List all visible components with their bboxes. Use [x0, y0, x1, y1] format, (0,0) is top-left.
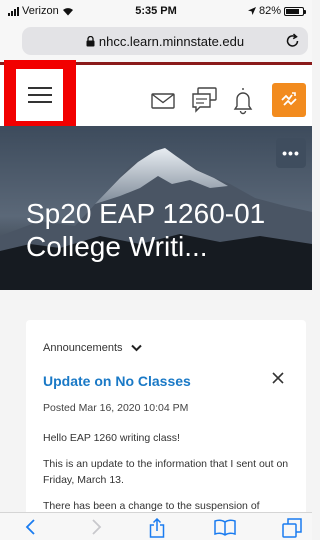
pulse-icon [281, 92, 297, 106]
chat-icon[interactable] [192, 82, 218, 116]
bookmarks-icon[interactable] [214, 518, 236, 536]
mail-icon[interactable] [151, 82, 175, 116]
reload-icon[interactable] [286, 33, 300, 48]
url-field[interactable]: nhcc.learn.minnstate.edu [22, 27, 308, 55]
status-right: 82% [247, 5, 306, 17]
forward-icon[interactable] [91, 518, 103, 536]
back-icon[interactable] [24, 518, 36, 536]
course-banner: Sp20 EAP 1260-01 College Writi... ••• [0, 126, 312, 290]
share-icon[interactable] [149, 518, 165, 538]
battery-icon [284, 6, 306, 16]
pulse-button[interactable] [272, 83, 306, 117]
status-bar: Verizon 5:35 PM 82% [0, 0, 312, 22]
announcement-paragraph: Hello EAP 1260 writing class! [43, 432, 180, 444]
announcements-title: Announcements [43, 342, 123, 354]
announcement-paragraph: This is an update to the information tha… [43, 458, 289, 486]
course-title[interactable]: Sp20 EAP 1260-01 College Writi... [26, 197, 296, 263]
url-text-wrap: nhcc.learn.minnstate.edu [22, 34, 308, 49]
lock-icon [86, 36, 95, 47]
battery-percent: 82% [258, 5, 281, 17]
announcement-title-link[interactable]: Update on No Classes [43, 373, 191, 389]
app-navbar [0, 60, 312, 138]
ellipsis-icon: ••• [282, 145, 300, 161]
more-options-button[interactable]: ••• [276, 138, 306, 168]
battery-fill [286, 8, 300, 14]
browser-address-area: nhcc.learn.minnstate.edu [0, 22, 312, 62]
menu-icon [27, 87, 52, 103]
announcements-widget: Announcements Update on No Classes Poste… [26, 320, 306, 540]
url-text: nhcc.learn.minnstate.edu [98, 34, 245, 49]
close-icon[interactable] [272, 372, 284, 384]
bell-icon[interactable] [232, 82, 254, 116]
menu-button[interactable] [16, 69, 63, 121]
announcements-header[interactable]: Announcements [43, 342, 142, 354]
announcement-body: Hello EAP 1260 writing class! This is an… [43, 430, 293, 524]
tabs-icon[interactable] [282, 518, 302, 538]
announcement-posted-date: Posted Mar 16, 2020 10:04 PM [43, 402, 189, 414]
chevron-down-icon[interactable] [130, 344, 142, 352]
location-icon [247, 7, 256, 15]
browser-toolbar [0, 512, 312, 540]
